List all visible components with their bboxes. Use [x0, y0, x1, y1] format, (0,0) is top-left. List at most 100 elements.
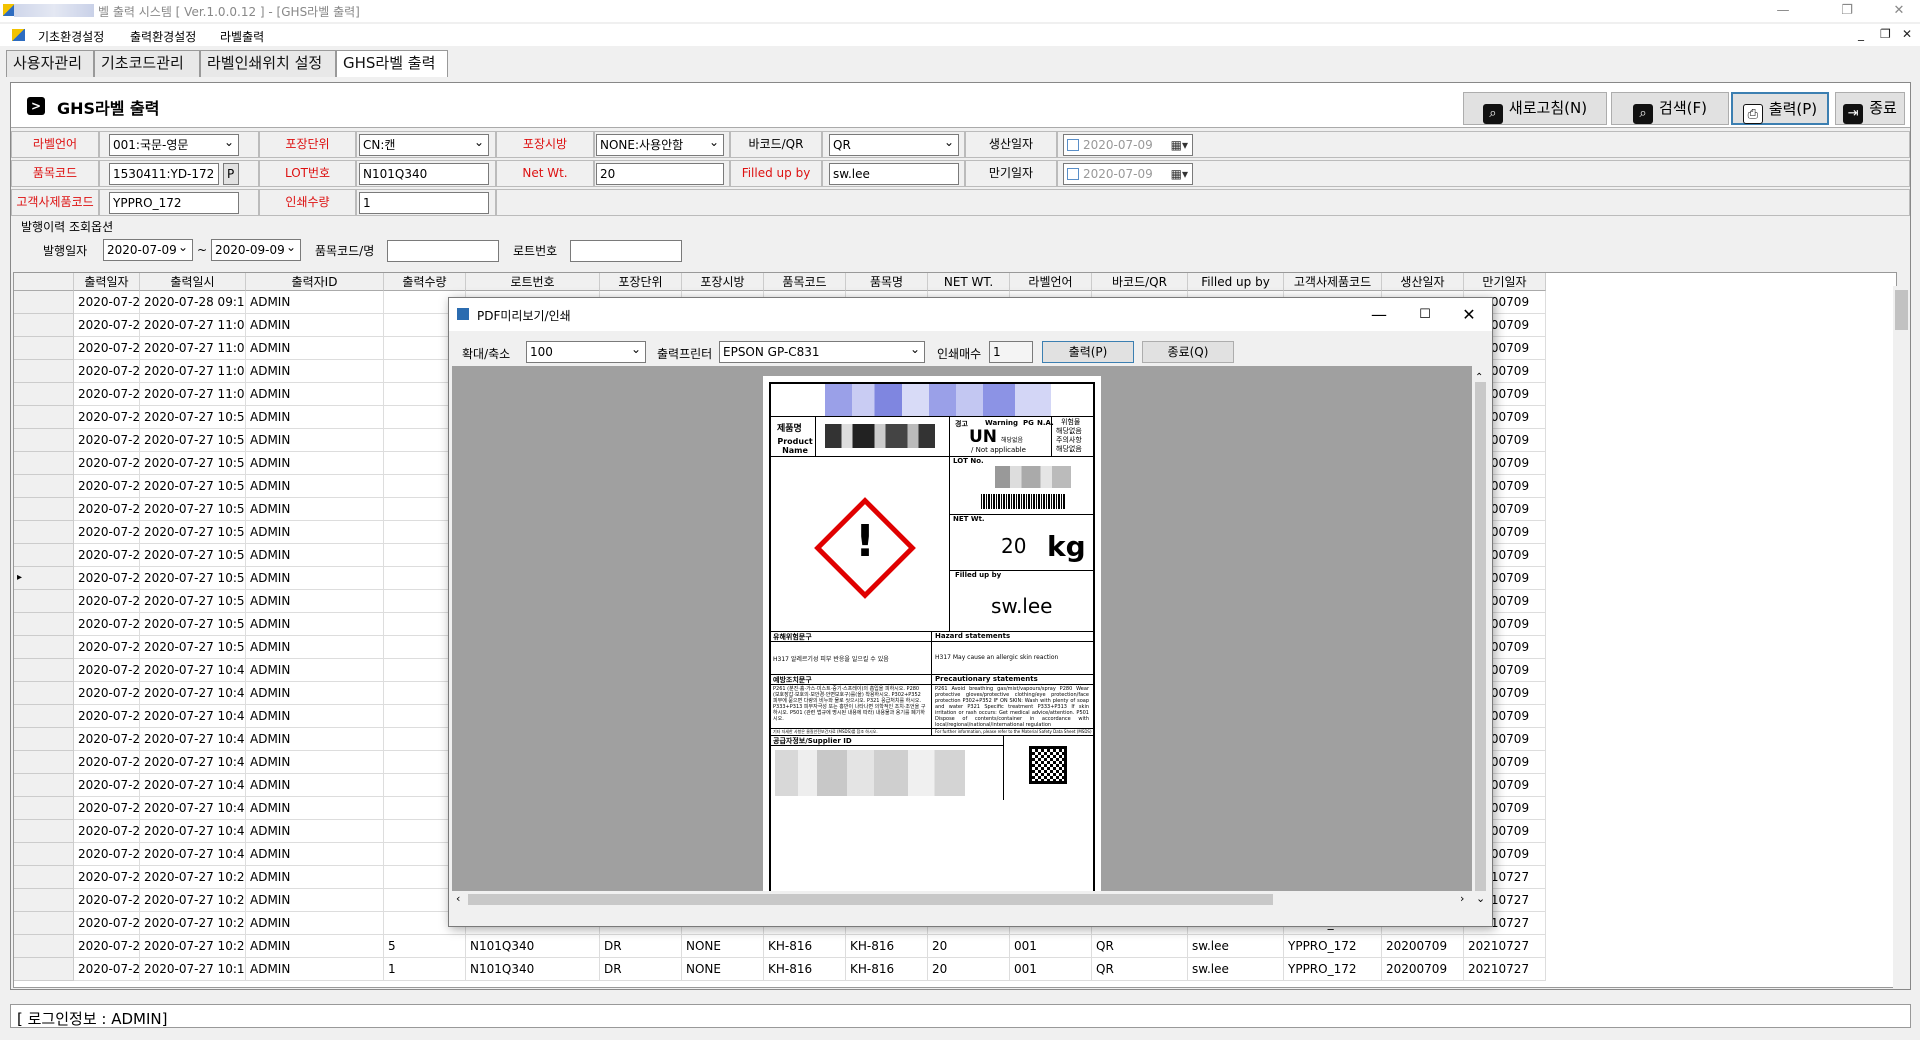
row-header[interactable] — [14, 866, 74, 889]
scroll-right-icon[interactable]: › — [1460, 892, 1464, 905]
row-header[interactable] — [14, 452, 74, 475]
checkbox-icon[interactable] — [1067, 168, 1079, 180]
grid-header-cell[interactable]: 고객사제품코드 — [1284, 273, 1382, 291]
item-filter-input[interactable] — [387, 240, 499, 262]
lot-filter-input[interactable] — [570, 240, 682, 262]
row-header[interactable] — [14, 889, 74, 912]
pdf-preview-area[interactable]: 제품명 Product Name 경고 Warning PG N.A. 위험물 … — [452, 366, 1489, 908]
tab-code-mgmt[interactable]: 기초코드관리 — [94, 50, 200, 77]
row-header[interactable] — [14, 636, 74, 659]
copies-input[interactable]: 1 — [989, 341, 1033, 363]
row-header[interactable] — [14, 521, 74, 544]
tab-user-mgmt[interactable]: 사용자관리 — [6, 50, 94, 77]
grid-header-cell[interactable]: 포장단위 — [600, 273, 682, 291]
row-header[interactable] — [14, 498, 74, 521]
exit-button[interactable]: ⇥ 종료 — [1835, 92, 1905, 125]
zoom-select[interactable]: 100 — [526, 341, 646, 363]
row-header[interactable] — [14, 429, 74, 452]
calendar-icon[interactable]: ▦▾ — [1171, 135, 1188, 155]
preview-vscroll[interactable]: ⌃ — [1472, 366, 1489, 896]
pack-seal-select[interactable]: NONE:사용안함 — [596, 134, 724, 156]
row-header[interactable] — [14, 728, 74, 751]
grid-header-cell[interactable]: 만기일자 — [1464, 273, 1546, 291]
item-code-popup-button[interactable]: P — [223, 163, 239, 185]
preview-hscroll[interactable]: ‹ › ⌄ — [452, 891, 1489, 908]
print-button[interactable]: ⎙ 출력(P) — [1731, 92, 1829, 125]
grid-header-cell[interactable]: 포장시방 — [682, 273, 764, 291]
mdi-close-icon[interactable]: ✕ — [1902, 27, 1912, 41]
restore-icon[interactable]: ❐ — [1828, 0, 1866, 22]
close-icon[interactable]: ✕ — [1446, 298, 1492, 331]
tab-label-position[interactable]: 라벨인쇄위치 설정 — [200, 50, 336, 77]
cust-code-input[interactable]: YPPRO_172 — [109, 192, 239, 214]
grid-header-cell[interactable]: 출력수량 — [384, 273, 466, 291]
grid-header-cell[interactable]: Filled up by — [1188, 273, 1284, 291]
row-header[interactable] — [14, 314, 74, 337]
menu-label-output[interactable]: 라벨출력 — [220, 28, 264, 45]
row-header[interactable] — [14, 613, 74, 636]
row-header[interactable] — [14, 291, 74, 314]
issue-date-from[interactable]: 2020-07-09 — [103, 239, 193, 261]
row-header[interactable] — [14, 659, 74, 682]
lot-no-input[interactable]: N101Q340 — [359, 163, 489, 185]
row-header[interactable] — [14, 682, 74, 705]
prod-date-picker[interactable]: 2020-07-09 ▦▾ — [1063, 134, 1193, 156]
grid-header-cell[interactable]: 품목코드 — [764, 273, 846, 291]
scroll-down-icon[interactable]: ⌄ — [1476, 892, 1485, 905]
preview-hscroll-thumb[interactable] — [468, 894, 1273, 905]
grid-header-cell[interactable]: 출력일시 — [140, 273, 246, 291]
grid-header-cell[interactable]: 생산일자 — [1382, 273, 1464, 291]
row-header[interactable] — [14, 843, 74, 866]
row-header[interactable] — [14, 751, 74, 774]
grid-header-cell[interactable]: NET WT. — [928, 273, 1010, 291]
label-lang-select[interactable]: 001:국문-영문 — [109, 134, 239, 156]
grid-header-cell[interactable]: 라벨언어 — [1010, 273, 1092, 291]
grid-scroll-thumb[interactable] — [1895, 290, 1908, 330]
mdi-restore-icon[interactable]: ❐ — [1880, 27, 1891, 41]
grid-scrollbar[interactable] — [1893, 286, 1910, 988]
print-qty-input[interactable]: 1 — [359, 192, 489, 214]
tab-ghs-label-output[interactable]: GHS라벨 출력 — [336, 50, 448, 77]
row-header[interactable] — [14, 475, 74, 498]
search-button[interactable]: ⌕ 검색(F) — [1611, 92, 1729, 125]
grid-header-cell[interactable]: 로트번호 — [466, 273, 600, 291]
row-header[interactable] — [14, 337, 74, 360]
mdi-minimize-icon[interactable]: _ — [1858, 27, 1864, 41]
row-header[interactable] — [14, 958, 74, 981]
calendar-icon[interactable]: ▦▾ — [1171, 164, 1188, 184]
row-header[interactable]: ▸ — [14, 567, 74, 590]
exp-date-picker[interactable]: 2020-07-09 ▦▾ — [1063, 163, 1193, 185]
close-icon[interactable]: ✕ — [1880, 0, 1918, 22]
maximize-icon[interactable]: ☐ — [1402, 298, 1448, 331]
grid-header-cell[interactable]: 출력자ID — [246, 273, 384, 291]
net-wt-input[interactable]: 20 — [596, 163, 724, 185]
refresh-button[interactable]: ⌕ 새로고침(N) — [1463, 92, 1607, 125]
grid-header-cell[interactable]: 바코드/QR — [1092, 273, 1188, 291]
row-header[interactable] — [14, 705, 74, 728]
dialog-print-button[interactable]: 출력(P) — [1042, 341, 1134, 363]
row-header[interactable] — [14, 590, 74, 613]
menu-output-settings[interactable]: 출력환경설정 — [130, 28, 196, 45]
table-row[interactable]: 2020-07-272020-07-27 10:16:53ADMIN1N101Q… — [14, 958, 1896, 981]
row-header[interactable] — [14, 406, 74, 429]
barcode-qr-select[interactable]: QR — [829, 134, 959, 156]
row-header[interactable] — [14, 774, 74, 797]
preview-vscroll-thumb[interactable] — [1475, 382, 1486, 892]
row-header[interactable] — [14, 360, 74, 383]
item-code-input[interactable]: 1530411:YD-172 — [109, 163, 219, 185]
row-header[interactable] — [14, 383, 74, 406]
minimize-icon[interactable]: — — [1356, 298, 1402, 331]
table-row[interactable]: 2020-07-272020-07-27 10:25:58ADMIN5N101Q… — [14, 935, 1896, 958]
pack-unit-select[interactable]: CN:캔 — [359, 134, 489, 156]
grid-header-cell[interactable]: 출력일자 — [74, 273, 140, 291]
row-header[interactable] — [14, 935, 74, 958]
dialog-close-button[interactable]: 종료(Q) — [1142, 341, 1234, 363]
checkbox-icon[interactable] — [1067, 139, 1079, 151]
filled-by-input[interactable]: sw.lee — [829, 163, 959, 185]
row-header[interactable] — [14, 912, 74, 935]
printer-select[interactable]: EPSON GP-C831 — [719, 341, 925, 363]
row-header[interactable] — [14, 820, 74, 843]
row-header[interactable] — [14, 797, 74, 820]
row-header[interactable] — [14, 544, 74, 567]
minimize-icon[interactable]: — — [1764, 0, 1802, 22]
